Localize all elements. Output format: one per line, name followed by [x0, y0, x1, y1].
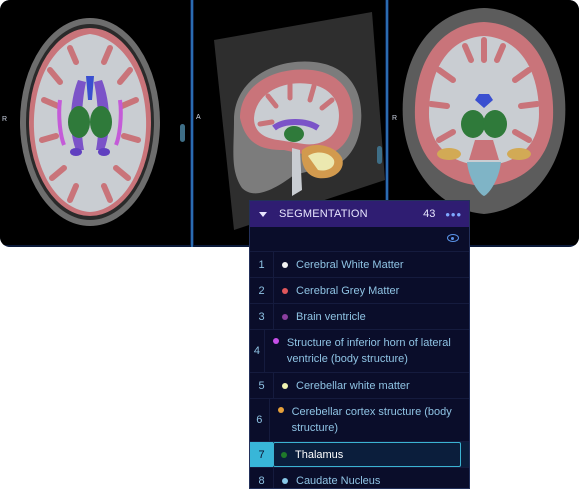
segment-index: 7 [250, 442, 273, 467]
segment-row-selected[interactable]: 7 Thalamus [250, 441, 469, 467]
orientation-marker: A [196, 114, 201, 121]
viewport-scroll-handle[interactable] [377, 146, 382, 164]
axial-viewport[interactable]: R [0, 0, 190, 245]
segment-index: 4 [250, 330, 265, 372]
segment-label: Cerebellar cortex structure (body struct… [291, 406, 452, 434]
segment-count: 43 [423, 208, 436, 220]
segment-label: Caudate Nucleus [296, 474, 381, 487]
segment-row[interactable]: 3 Brain ventricle [250, 303, 469, 329]
segmentation-panel: SEGMENTATION 43 ••• 1 Cerebral White Mat… [249, 200, 470, 489]
visibility-bar [250, 227, 469, 251]
segment-index: 1 [250, 252, 274, 277]
segment-index: 6 [250, 399, 270, 441]
color-swatch [282, 313, 288, 320]
segment-index: 8 [250, 468, 274, 488]
color-swatch [282, 261, 288, 268]
segment-label: Brain ventricle [296, 310, 366, 323]
orientation-marker: R [2, 116, 8, 123]
segment-index: 3 [250, 304, 274, 329]
color-swatch [277, 407, 284, 413]
segment-label: Structure of inferior horn of lateral ve… [286, 337, 451, 365]
color-swatch [282, 287, 288, 294]
segment-row[interactable]: 6 Cerebellar cortex structure (body stru… [250, 398, 469, 441]
eye-icon[interactable] [447, 234, 459, 242]
axial-brain-image [20, 18, 160, 226]
segment-label: Cerebral Grey Matter [296, 284, 400, 297]
more-dots-icon[interactable]: ••• [445, 207, 462, 222]
segmentation-header[interactable]: SEGMENTATION 43 ••• [250, 201, 469, 227]
segment-label: Cerebellar white matter [296, 379, 410, 392]
segment-row[interactable]: 1 Cerebral White Matter [250, 251, 469, 277]
caret-down-icon[interactable] [259, 211, 267, 217]
segment-label: Cerebral White Matter [296, 258, 404, 271]
segment-row[interactable]: 4 Structure of inferior horn of lateral … [250, 329, 469, 372]
segment-row[interactable]: 5 Cerebellar white matter [250, 372, 469, 398]
color-swatch [281, 451, 287, 458]
orientation-marker: R [392, 115, 398, 122]
color-swatch [272, 338, 279, 344]
viewport-scroll-handle[interactable] [180, 124, 185, 142]
color-swatch [282, 382, 288, 389]
color-swatch [282, 477, 288, 484]
segment-row[interactable]: 8 Caudate Nucleus [250, 467, 469, 488]
segment-label: Thalamus [295, 448, 344, 461]
segmentation-title: SEGMENTATION [279, 208, 368, 220]
segment-index: 5 [250, 373, 274, 398]
segment-row[interactable]: 2 Cerebral Grey Matter [250, 277, 469, 303]
segment-index: 2 [250, 278, 274, 303]
